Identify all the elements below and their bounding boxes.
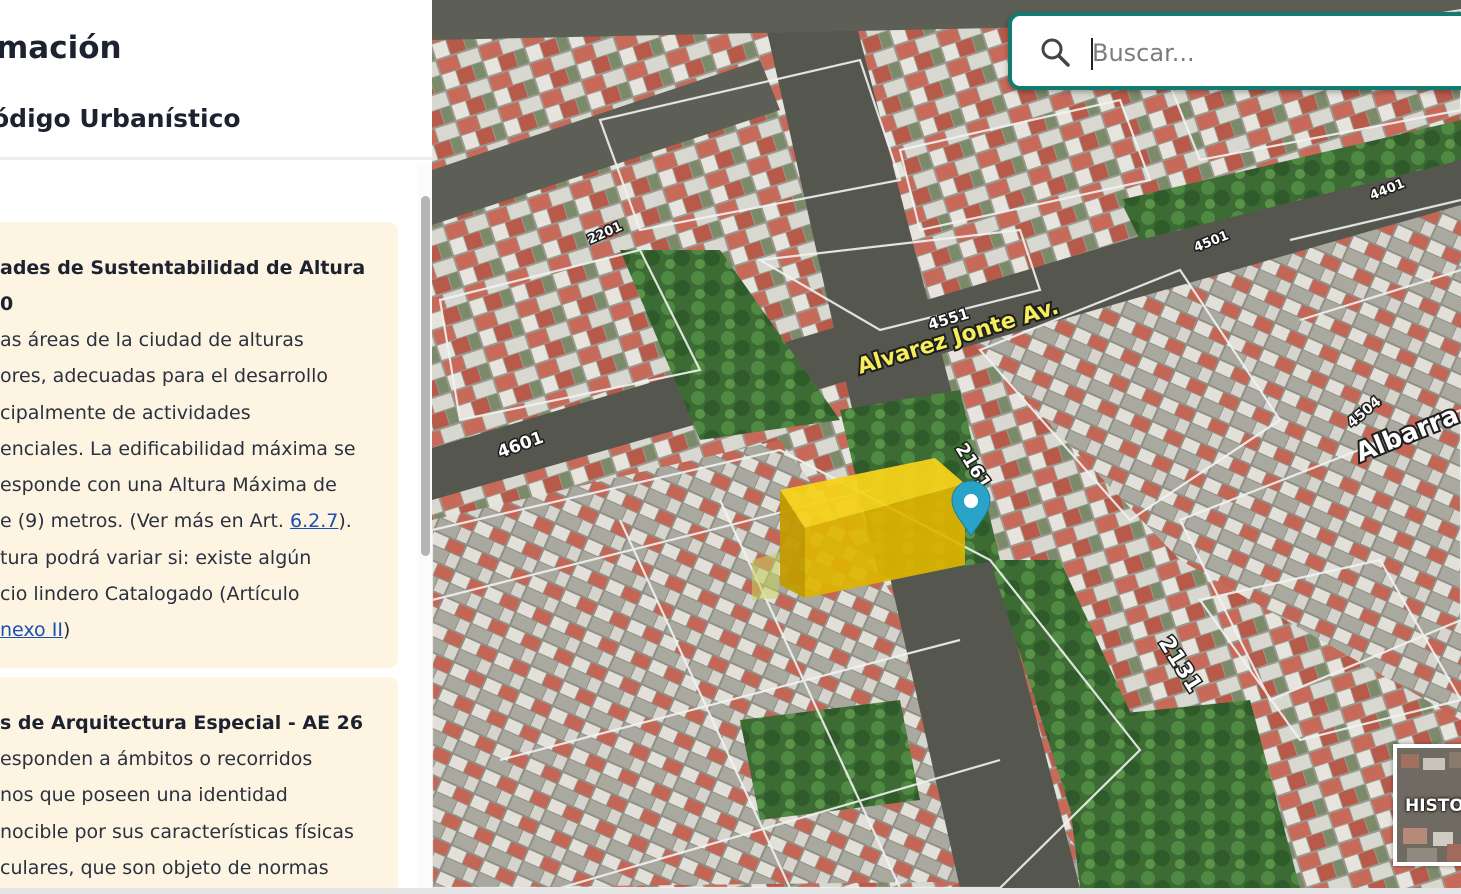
card-body-text: as áreas de la ciudad de alturas ores, a…	[0, 329, 356, 533]
map-view[interactable]: Alvarez Jonte Av. Albarra 4551 4601 2161…	[432, 0, 1461, 888]
search-icon	[1041, 38, 1070, 67]
zoning-card-special-architecture: s de Arquitectura Especial - AE 26 espon…	[0, 677, 398, 894]
card-body: as áreas de la ciudad de alturas ores, a…	[0, 322, 378, 649]
search-box[interactable]	[1008, 12, 1461, 90]
panel-subtitle: ódigo Urbanístico	[0, 104, 241, 133]
card-heading: s de Arquitectura Especial - AE 26	[0, 712, 364, 734]
bottom-edge	[0, 888, 1461, 894]
zoning-card-sustainability: ades de Sustentabilidad de Altura 0 as á…	[0, 222, 398, 668]
aerial-map: Alvarez Jonte Av. Albarra 4551 4601 2161…	[432, 0, 1461, 888]
text-caret	[1091, 38, 1093, 70]
history-label: HISTO	[1405, 796, 1461, 816]
card-body-text: )	[62, 619, 71, 642]
panel-scrollbar-thumb[interactable]	[421, 196, 430, 556]
annex-link[interactable]: nexo II	[0, 619, 63, 641]
card-heading: ades de Sustentabilidad de Altura 0	[0, 257, 366, 315]
panel-title: mación	[0, 30, 122, 66]
history-layer-button[interactable]: HISTO	[1393, 744, 1461, 866]
card-body: esponden a ámbitos o recorridos nos que …	[0, 748, 354, 879]
info-panel: mación ódigo Urbanístico ades de Sustent…	[0, 0, 432, 894]
search-input[interactable]	[1090, 30, 1461, 76]
panel-divider	[0, 157, 432, 160]
article-link[interactable]: 6.2.7	[290, 510, 338, 532]
